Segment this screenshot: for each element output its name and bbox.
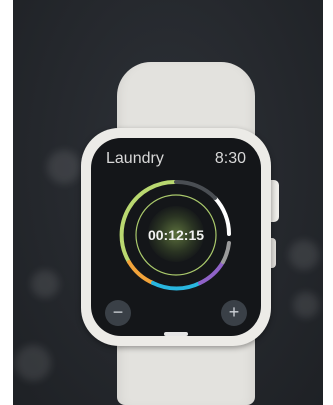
bokeh-light [47, 150, 81, 184]
decrease-button[interactable]: − [105, 300, 131, 326]
background-stage: Laundry 8:30 00:12:15 − + [13, 0, 323, 405]
timer-readout: 00:12:15 [147, 227, 205, 243]
watch-screen: Laundry 8:30 00:12:15 − + [91, 138, 261, 336]
bokeh-light [293, 292, 319, 318]
bokeh-light [15, 345, 51, 381]
bokeh-light [289, 240, 319, 270]
plus-icon: + [228, 302, 240, 322]
ring-segment-purple [198, 260, 225, 285]
ring-segment-gray [221, 241, 231, 264]
watch-case: Laundry 8:30 00:12:15 − + [81, 128, 271, 346]
ring-segment-blue [151, 281, 202, 291]
bokeh-light [31, 270, 59, 298]
increase-button[interactable]: + [221, 300, 247, 326]
minus-icon: − [112, 302, 124, 322]
page-indicator [164, 332, 188, 336]
